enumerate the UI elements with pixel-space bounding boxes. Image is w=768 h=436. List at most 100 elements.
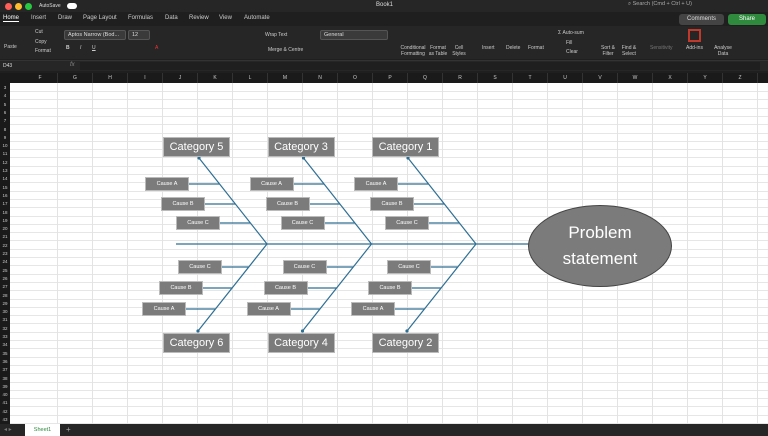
number-format-select[interactable]: General (320, 30, 388, 40)
column-header-X[interactable]: X (653, 73, 688, 83)
cause-box[interactable]: Cause A (246, 302, 291, 316)
column-header-Y[interactable]: Y (688, 73, 723, 83)
row-header-14[interactable]: 14 (0, 176, 10, 181)
category-box[interactable]: Category 4 (267, 333, 335, 353)
row-header-31[interactable]: 31 (0, 317, 10, 322)
cause-box[interactable]: Cause A (351, 302, 395, 316)
cause-box[interactable]: Cause C (387, 260, 431, 274)
delete-cells-button[interactable]: Delete (506, 45, 520, 51)
column-header-O[interactable]: O (338, 73, 373, 83)
cause-box[interactable]: Cause C (385, 216, 429, 230)
clear-button[interactable]: Clear (566, 49, 578, 55)
add-sheet-button[interactable]: + (66, 425, 71, 434)
row-header-18[interactable]: 18 (0, 210, 10, 215)
row-header-20[interactable]: 20 (0, 226, 10, 231)
cause-box[interactable]: Cause C (280, 216, 325, 230)
row-header-19[interactable]: 19 (0, 218, 10, 223)
search-box[interactable]: ⌕ Search (Cmd + Ctrl + U) (628, 1, 738, 10)
row-header-36[interactable]: 36 (0, 359, 10, 364)
name-box[interactable]: D43 (3, 63, 12, 69)
cause-box[interactable]: Cause A (249, 177, 294, 191)
sensitivity-button[interactable]: Sensitivity (650, 45, 673, 51)
category-box[interactable]: Category 2 (372, 333, 439, 353)
tab-data[interactable]: Data (165, 15, 178, 21)
row-header-40[interactable]: 40 (0, 392, 10, 397)
row-header-16[interactable]: 16 (0, 193, 10, 198)
column-header-N[interactable]: N (303, 73, 338, 83)
cause-box[interactable]: Cause A (142, 302, 186, 316)
row-header-9[interactable]: 9 (0, 135, 10, 140)
column-header-W[interactable]: W (618, 73, 653, 83)
row-header-28[interactable]: 28 (0, 293, 10, 298)
row-header-24[interactable]: 24 (0, 259, 10, 264)
row-header-4[interactable]: 4 (0, 93, 10, 98)
format-painter-button[interactable]: Format (35, 48, 51, 54)
row-header-15[interactable]: 15 (0, 185, 10, 190)
category-box[interactable]: Category 5 (163, 137, 230, 157)
column-header-J[interactable]: J (163, 73, 198, 83)
category-box[interactable]: Category 1 (372, 137, 439, 157)
column-header-M[interactable]: M (268, 73, 303, 83)
worksheet-grid[interactable]: Problem statement Category 5 Category 6 Cau… (10, 83, 768, 424)
analyse-data-button[interactable]: Analyse Data (713, 45, 733, 57)
row-header-35[interactable]: 35 (0, 351, 10, 356)
tab-draw[interactable]: Draw (58, 15, 72, 21)
column-header-Q[interactable]: Q (408, 73, 443, 83)
cause-box[interactable]: Cause B (265, 197, 310, 211)
scroll-sheets-left-icon[interactable]: ◂ ▸ (4, 426, 12, 433)
column-header-T[interactable]: T (513, 73, 548, 83)
font-size-select[interactable]: 12 (128, 30, 150, 40)
insert-cells-button[interactable]: Insert (482, 45, 495, 51)
column-header-L[interactable]: L (233, 73, 268, 83)
comments-button[interactable]: Comments (679, 14, 724, 25)
sort-filter-button[interactable]: Sort & Filter (600, 45, 616, 57)
category-box[interactable]: Category 3 (267, 137, 335, 157)
column-header-F[interactable]: F (23, 73, 58, 83)
column-header-G[interactable]: G (58, 73, 93, 83)
cut-button[interactable]: Cut (35, 29, 43, 35)
underline-button[interactable]: U (92, 45, 96, 51)
share-button[interactable]: Share (728, 14, 766, 25)
sheet-tab-sheet1[interactable]: Sheet1 (25, 424, 60, 436)
row-header-23[interactable]: 23 (0, 251, 10, 256)
column-header-U[interactable]: U (548, 73, 583, 83)
row-header-38[interactable]: 38 (0, 376, 10, 381)
cause-box[interactable]: Cause C (176, 216, 220, 230)
fill-button[interactable]: Fill (566, 40, 572, 46)
tab-formulas[interactable]: Formulas (128, 15, 153, 21)
row-header-43[interactable]: 43 (0, 417, 10, 422)
cause-box[interactable]: Cause B (263, 281, 308, 295)
minimize-window-button[interactable] (15, 3, 22, 10)
find-select-button[interactable]: Find & Select (620, 45, 638, 57)
column-header-K[interactable]: K (198, 73, 233, 83)
row-header-26[interactable]: 26 (0, 276, 10, 281)
cell-styles-button[interactable]: Cell Styles (450, 45, 468, 57)
tab-home[interactable]: Home (3, 15, 20, 22)
row-header-32[interactable]: 32 (0, 326, 10, 331)
tab-automate[interactable]: Automate (244, 15, 270, 21)
row-header-17[interactable]: 17 (0, 201, 10, 206)
row-header-7[interactable]: 7 (0, 118, 10, 123)
row-header-11[interactable]: 11 (0, 151, 10, 156)
row-header-12[interactable]: 12 (0, 160, 10, 165)
problem-statement-ellipse[interactable]: Problem statement (528, 205, 672, 287)
column-header-H[interactable]: H (93, 73, 128, 83)
row-header-10[interactable]: 10 (0, 143, 10, 148)
column-header-R[interactable]: R (443, 73, 478, 83)
copy-button[interactable]: Copy (35, 39, 47, 45)
column-header-P[interactable]: P (373, 73, 408, 83)
cause-box[interactable]: Cause A (354, 177, 398, 191)
row-header-5[interactable]: 5 (0, 102, 10, 107)
formula-input[interactable] (80, 62, 760, 70)
wrap-text-button[interactable]: Wrap Text (265, 32, 287, 38)
add-ins-button[interactable]: Add-ins (686, 45, 703, 51)
column-header-S[interactable]: S (478, 73, 513, 83)
row-header-29[interactable]: 29 (0, 301, 10, 306)
tab-review[interactable]: Review (189, 15, 209, 21)
row-header-34[interactable]: 34 (0, 342, 10, 347)
bold-button[interactable]: B (66, 45, 70, 51)
format-cells-button[interactable]: Format (528, 45, 544, 51)
cause-box[interactable]: Cause B (159, 281, 203, 295)
cause-box[interactable]: Cause B (370, 197, 414, 211)
row-header-27[interactable]: 27 (0, 284, 10, 289)
